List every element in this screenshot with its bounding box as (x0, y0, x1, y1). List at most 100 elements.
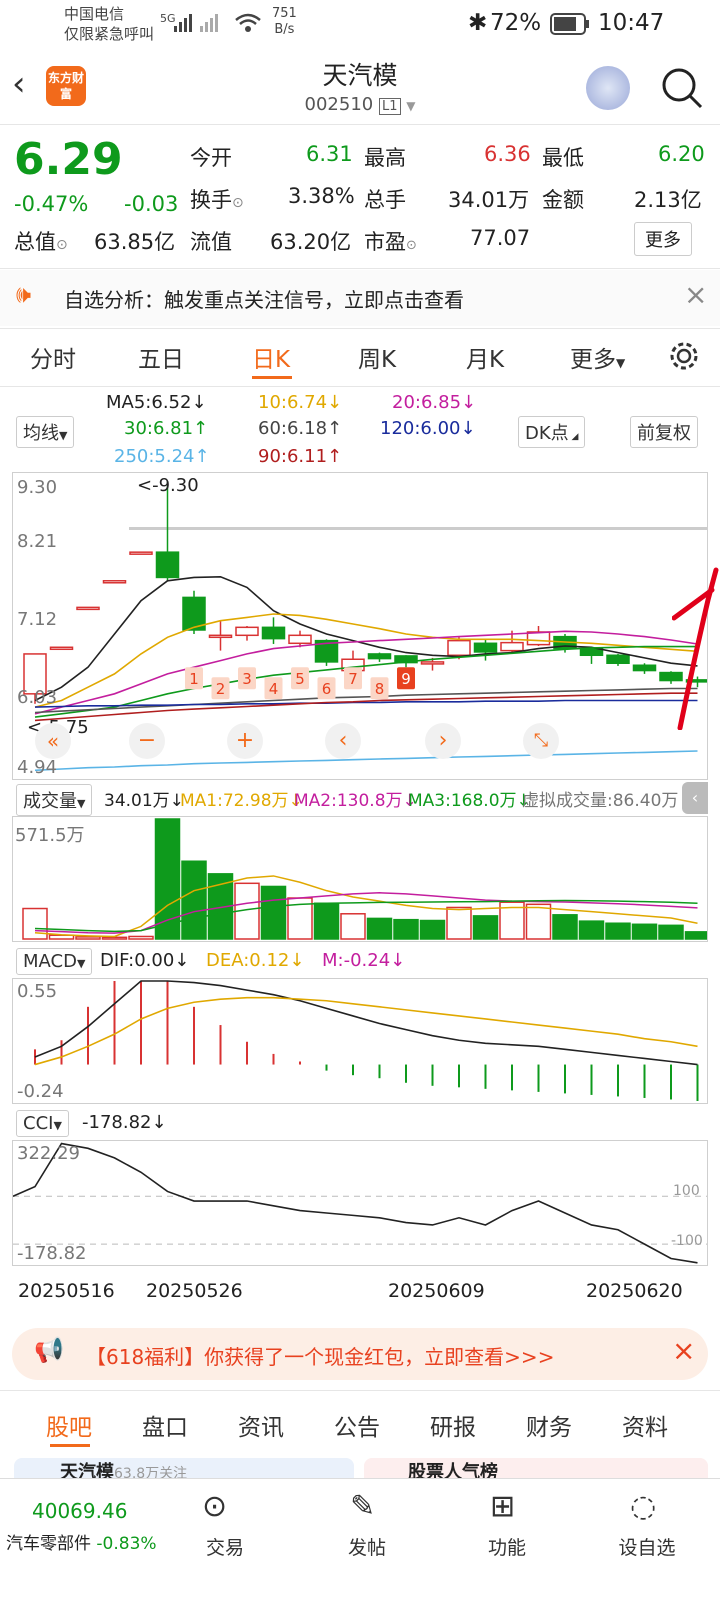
volume-bar (393, 918, 419, 940)
tab-pankou[interactable]: 盘口 (142, 1408, 188, 1442)
candle-body (288, 634, 312, 645)
seq-marker-9: 9 (401, 670, 411, 688)
macd-dif: DIF:0.00↓ (100, 950, 190, 971)
float-label: 流值 (190, 230, 232, 254)
signal-icon (174, 14, 218, 32)
stock-header: ‹ 东方财富 天汽模 002510 L1 ▼ (0, 52, 720, 124)
date-3: 20250609 (388, 1280, 485, 1302)
volume-bar (605, 922, 631, 940)
cci-ymax: 322.29 (17, 1143, 80, 1164)
float-value: 63.20亿 (270, 230, 352, 254)
fast-back-icon[interactable]: « (35, 723, 71, 759)
ma30-label: 30:6.81↑ (124, 418, 209, 439)
next-icon[interactable]: › (425, 723, 461, 759)
megaphone-icon: 📢 (34, 1336, 64, 1364)
settings-gear-icon[interactable] (668, 340, 700, 372)
date-4: 20250620 (586, 1280, 683, 1302)
last-price: 6.29 (14, 134, 123, 185)
tab-daily-k[interactable]: 日K (252, 340, 290, 374)
zoom-in-icon[interactable]: + (227, 723, 263, 759)
promo-banner[interactable]: 📢 【618福利】你获得了一个现金红包，立即查看>>> × (12, 1328, 708, 1380)
trade-label[interactable]: 交易 (200, 1533, 250, 1560)
tab-intraday[interactable]: 分时 (30, 340, 76, 374)
candle-body (606, 654, 630, 664)
peek-card-left[interactable]: 天汽模63.8万关注 (14, 1458, 354, 1478)
high-label: 最高 (364, 146, 406, 170)
tab-announce[interactable]: 公告 (334, 1408, 380, 1442)
tab-weekly-k[interactable]: 周K (358, 340, 396, 374)
volume-bar (658, 924, 684, 940)
more-button[interactable]: 更多 (634, 222, 692, 256)
candle-body (155, 551, 180, 579)
volume-bar (525, 903, 552, 940)
fav-icon[interactable]: ◌ (630, 1489, 656, 1524)
post-icon[interactable]: ✎ (350, 1489, 375, 1524)
promo-text: 【618福利】你获得了一个现金红包，立即查看>>> (86, 1345, 555, 1369)
collapse-icon[interactable]: ‹ (682, 782, 708, 814)
macd-select[interactable]: MACD▼ (16, 948, 93, 975)
tab-news[interactable]: 资讯 (238, 1408, 284, 1442)
ma10-label: 10:6.74↓ (258, 392, 343, 413)
candle-body (208, 634, 233, 639)
fullscreen-icon[interactable]: ⤡ (523, 723, 559, 759)
y-label-max: 9.30 (17, 477, 58, 498)
wifi-icon (235, 13, 261, 32)
fav-label[interactable]: 设自选 (612, 1533, 682, 1560)
trade-icon[interactable]: ⊙ (202, 1489, 227, 1524)
tab-more[interactable]: 更多▼ (570, 340, 625, 374)
ma-select[interactable]: 均线▼ (16, 416, 75, 448)
function-label[interactable]: 功能 (482, 1533, 532, 1560)
assistant-avatar[interactable] (586, 66, 630, 110)
candle-body (447, 639, 471, 657)
ma60-label: 60:6.18↑ (258, 418, 343, 439)
function-icon[interactable]: ⊞ (490, 1489, 515, 1524)
chart-controls: « − + ‹ › ⤡ (13, 723, 707, 763)
zoom-out-icon[interactable]: − (129, 723, 165, 759)
cci-line (13, 1142, 698, 1264)
volume-ma1: MA1:72.98万↓ (180, 791, 303, 811)
volume-bar (631, 923, 658, 940)
cci-svg (13, 1142, 707, 1264)
peek-card-right[interactable]: 股票人气榜 (364, 1458, 708, 1478)
cci-100: 100 (673, 1183, 700, 1199)
notice-text: 自选分析：触发重点关注信号，立即点击查看 (64, 288, 464, 312)
bottom-tab-indicator (50, 1444, 90, 1447)
tab-monthly-k[interactable]: 月K (466, 340, 504, 374)
volume-bar (366, 917, 393, 940)
tab-guba[interactable]: 股吧 (46, 1408, 92, 1442)
ma-line-0 (34, 575, 698, 702)
search-icon[interactable] (660, 66, 704, 110)
status-bar: 中国电信 仅限紧急呼叫 5G 751 B/s ✱ 72% 10:47 (0, 0, 720, 50)
macd-chart: 0.55 -0.24 (12, 978, 708, 1104)
net-speed: 751 B/s (272, 6, 297, 37)
prev-icon[interactable]: ‹ (325, 723, 361, 759)
post-label[interactable]: 发帖 (342, 1533, 392, 1560)
promo-close-icon[interactable]: × (672, 1334, 695, 1367)
index-value[interactable]: 40069.46 (32, 1499, 127, 1523)
volume-bar (472, 915, 499, 940)
tab-research[interactable]: 研报 (430, 1408, 476, 1442)
tab-finance[interactable]: 财务 (526, 1408, 572, 1442)
candle-body (473, 642, 498, 653)
clock: 10:47 (598, 10, 665, 36)
amount-value: 2.13亿 (634, 188, 702, 212)
battery-icon (550, 13, 589, 35)
seq-marker-1: 1 (189, 670, 199, 688)
tab-5day[interactable]: 五日 (138, 340, 184, 374)
adjust-button[interactable]: 前复权 (630, 416, 698, 448)
dk-point-button[interactable]: DK点 ◢ (518, 416, 586, 448)
candle-body (526, 631, 551, 646)
open-label: 今开 (190, 146, 232, 170)
cci-select[interactable]: CCI▼ (16, 1110, 69, 1137)
notice-bar[interactable]: 🕪 自选分析：触发重点关注信号，立即点击查看 × (0, 270, 720, 326)
high-value: 6.36 (484, 142, 531, 166)
volume-bar (128, 935, 154, 940)
tab-profile[interactable]: 资料 (622, 1408, 668, 1442)
y-label-2: 8.21 (17, 531, 58, 552)
kline-chart[interactable]: 123456789 9.30 8.21 7.12 6.03 4.94 <-9.3… (12, 472, 708, 780)
sector-info[interactable]: 汽车零部件 -0.83% (6, 1529, 157, 1554)
turnover-label: 换手⊙ (190, 188, 244, 212)
volume-select[interactable]: 成交量▼ (16, 784, 93, 816)
close-icon[interactable]: × (684, 278, 707, 311)
candle-body (500, 641, 524, 652)
